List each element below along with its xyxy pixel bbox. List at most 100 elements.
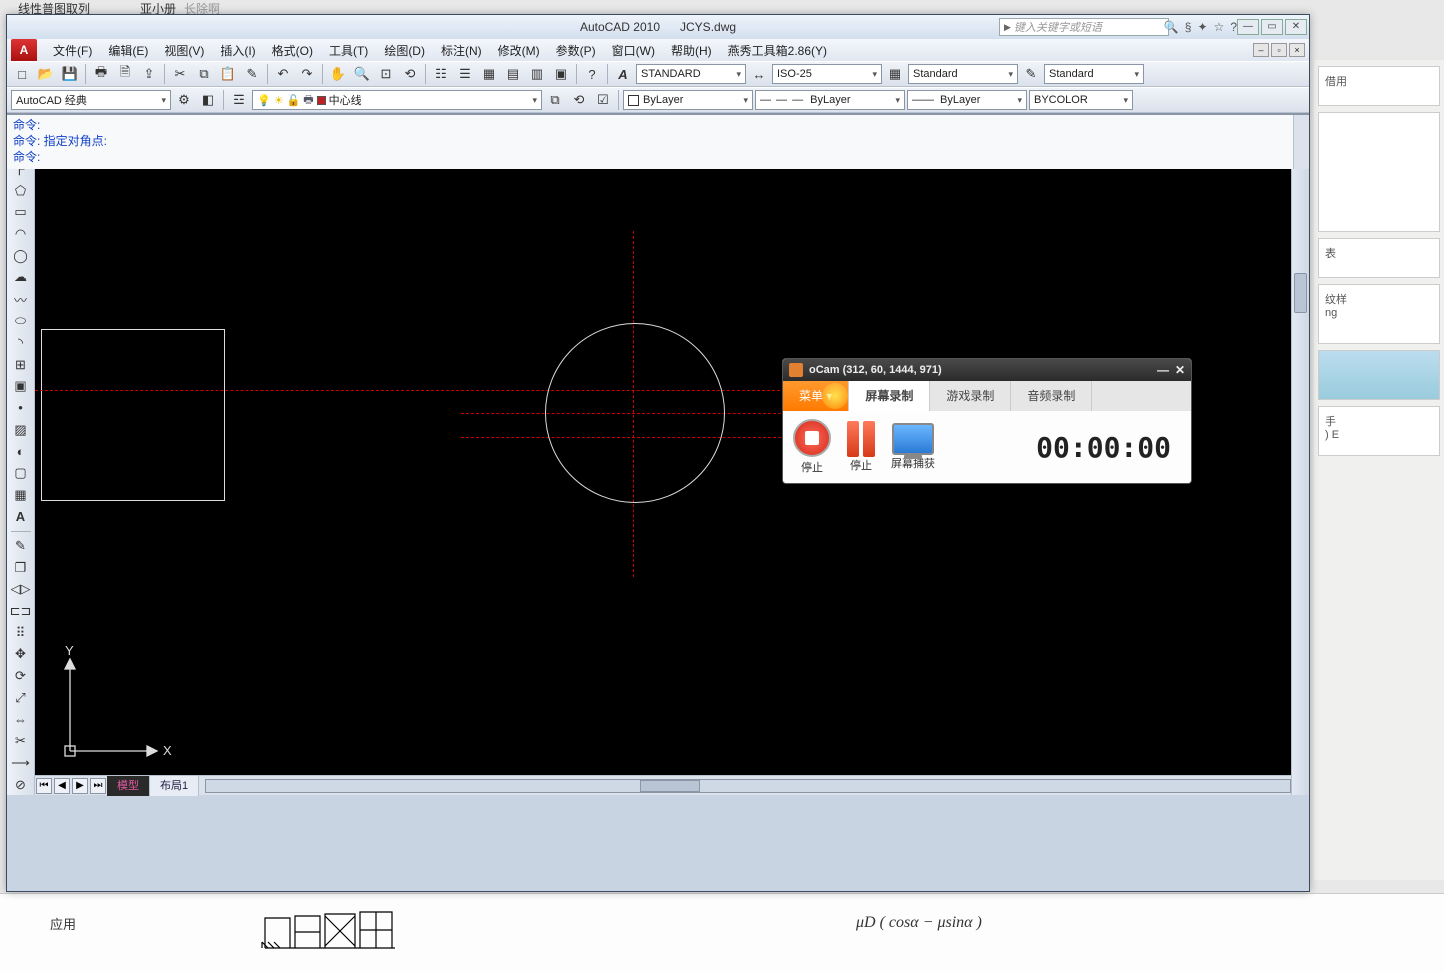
rect-icon[interactable]: ▭ — [9, 202, 33, 223]
menu-yanxiu[interactable]: 燕秀工具箱2.86(Y) — [720, 42, 835, 59]
ocam-tab-menu[interactable]: 菜单 ▾ — [783, 381, 849, 411]
trim-icon[interactable]: ✂ — [9, 731, 33, 752]
tab-model[interactable]: 模型 — [107, 776, 150, 796]
rotate-icon[interactable]: ⟳ — [9, 666, 33, 687]
ocam-pause-button[interactable]: 停止 — [847, 421, 875, 473]
tab-last-button[interactable]: ⏭ — [90, 778, 106, 794]
revcloud-icon[interactable]: ☁ — [9, 267, 33, 288]
menu-file[interactable]: 文件(F) — [45, 42, 100, 59]
ocam-capture-button[interactable]: 屏幕捕获 — [891, 423, 935, 471]
doc-minimize-button[interactable]: – — [1253, 43, 1269, 57]
arc-icon[interactable]: ◠ — [9, 224, 33, 245]
plotstyle-combo[interactable]: BYCOLOR▾ — [1029, 90, 1133, 110]
menu-format[interactable]: 格式(O) — [264, 42, 321, 59]
redo-icon[interactable]: ↷ — [296, 63, 318, 85]
ellipse-icon[interactable]: ⬭ — [9, 311, 33, 332]
textstyle-icon[interactable]: A — [612, 63, 634, 85]
minimize-button[interactable]: — — [1237, 19, 1259, 35]
open-icon[interactable]: 📂 — [35, 63, 57, 85]
ocam-tab-screen[interactable]: 屏幕录制 — [849, 381, 930, 411]
layer-tool3-icon[interactable]: ☑ — [592, 89, 614, 111]
move-icon[interactable]: ✥ — [9, 644, 33, 665]
layer-tool1-icon[interactable]: ⧉ — [544, 89, 566, 111]
menu-param[interactable]: 参数(P) — [548, 42, 604, 59]
scale-icon[interactable]: ⤢ — [9, 687, 33, 708]
menu-dim[interactable]: 标注(N) — [433, 42, 490, 59]
ws-save-icon[interactable]: ◧ — [197, 89, 219, 111]
circle-icon[interactable]: ◯ — [9, 245, 33, 266]
ellipsearc-icon[interactable]: ◝ — [9, 333, 33, 354]
undo-icon[interactable]: ↶ — [272, 63, 294, 85]
h-scrollbar[interactable] — [205, 779, 1291, 793]
color-combo[interactable]: ByLayer▾ — [623, 90, 753, 110]
mlstyle-icon[interactable]: ✎ — [1020, 63, 1042, 85]
zoomrt-icon[interactable]: 🔍 — [351, 63, 373, 85]
ocam-close-button[interactable]: ✕ — [1175, 363, 1185, 377]
ocam-tab-audio[interactable]: 音频录制 — [1011, 381, 1092, 411]
gradient-icon[interactable]: ◐ — [9, 441, 33, 462]
ocam-stop-button[interactable]: 停止 — [793, 419, 831, 475]
menu-tools[interactable]: 工具(T) — [321, 42, 376, 59]
workspace-combo[interactable]: AutoCAD 经典▾ — [11, 90, 171, 110]
print-icon[interactable]: 🖶 — [90, 63, 112, 85]
app-menu-button[interactable]: A — [11, 39, 37, 61]
dc-icon[interactable]: ☰ — [454, 63, 476, 85]
layer-tool2-icon[interactable]: ⟲ — [568, 89, 590, 111]
block-icon[interactable]: ▣ — [9, 376, 33, 397]
table-icon[interactable]: ▦ — [9, 484, 33, 505]
cmd-scrollbar[interactable] — [1293, 115, 1309, 169]
maximize-button[interactable]: ▭ — [1261, 19, 1283, 35]
copy2-icon[interactable]: ❐ — [9, 557, 33, 578]
ssm-icon[interactable]: ▤ — [502, 63, 524, 85]
ocam-titlebar[interactable]: oCam (312, 60, 1444, 971) — ✕ — [783, 359, 1191, 381]
offset-icon[interactable]: ⊏⊐ — [9, 601, 33, 622]
tab-prev-button[interactable]: ◀ — [54, 778, 70, 794]
ocam-minimize-button[interactable]: — — [1157, 363, 1169, 377]
doc-restore-button[interactable]: ▫ — [1271, 43, 1287, 57]
pan-icon[interactable]: ✋ — [327, 63, 349, 85]
dimstyle-icon[interactable]: ↔ — [748, 63, 770, 85]
tp-icon[interactable]: ▦ — [478, 63, 500, 85]
region-icon[interactable]: ▢ — [9, 463, 33, 484]
insert-icon[interactable]: ⊞ — [9, 354, 33, 375]
tablestyle-icon[interactable]: ▦ — [884, 63, 906, 85]
menu-draw[interactable]: 绘图(D) — [376, 42, 433, 59]
search-input[interactable]: 键入关键字或短语 — [999, 18, 1169, 36]
erase-icon[interactable]: ✎ — [9, 536, 33, 557]
command-window[interactable]: 命令: 命令: 指定对角点: 命令: — [7, 113, 1309, 169]
dim-style-combo[interactable]: ISO-25▾ — [772, 64, 882, 84]
extend-icon[interactable]: ⟶ — [9, 753, 33, 774]
tab-next-button[interactable]: ▶ — [72, 778, 88, 794]
menu-window[interactable]: 窗口(W) — [604, 42, 663, 59]
zoomwin-icon[interactable]: ⊡ — [375, 63, 397, 85]
menu-help[interactable]: 帮助(H) — [663, 42, 720, 59]
help2-icon[interactable]: ? — [581, 63, 603, 85]
break-icon[interactable]: ⊘ — [9, 774, 33, 795]
ml-style-combo[interactable]: Standard▾ — [1044, 64, 1144, 84]
qcalc-icon[interactable]: ▣ — [550, 63, 572, 85]
ocam-tab-game[interactable]: 游戏录制 — [930, 381, 1011, 411]
paste-icon[interactable]: 📋 — [217, 63, 239, 85]
match-icon[interactable]: ✎ — [241, 63, 263, 85]
cut-icon[interactable]: ✂ — [169, 63, 191, 85]
mtext-icon[interactable]: A — [9, 506, 33, 527]
zoomprev-icon[interactable]: ⟲ — [399, 63, 421, 85]
doc-close-button[interactable]: × — [1289, 43, 1305, 57]
menu-insert[interactable]: 插入(I) — [212, 42, 263, 59]
array-icon[interactable]: ⠿ — [9, 622, 33, 643]
point-icon[interactable]: • — [9, 398, 33, 419]
v-scrollbar[interactable] — [1291, 113, 1309, 795]
hatch-icon[interactable]: ▨ — [9, 419, 33, 440]
infocenter-icons[interactable]: 🔍 § ✦ ☆ ? — [1164, 20, 1237, 34]
layer-combo[interactable]: 💡 ☀ 🔓 🖶 中心线▾ — [252, 90, 542, 110]
new-icon[interactable]: □ — [11, 63, 33, 85]
publish-icon[interactable]: ⇪ — [138, 63, 160, 85]
preview-icon[interactable]: 🗎 — [114, 63, 136, 85]
stretch-icon[interactable]: ⇔ — [9, 709, 33, 730]
lineweight-combo[interactable]: ——ByLayer▾ — [907, 90, 1027, 110]
markup-icon[interactable]: ▥ — [526, 63, 548, 85]
tab-layout1[interactable]: 布局1 — [150, 776, 199, 796]
tab-first-button[interactable]: ⏮ — [36, 778, 52, 794]
copy-icon[interactable]: ⧉ — [193, 63, 215, 85]
layerprop-icon[interactable]: ☲ — [228, 89, 250, 111]
